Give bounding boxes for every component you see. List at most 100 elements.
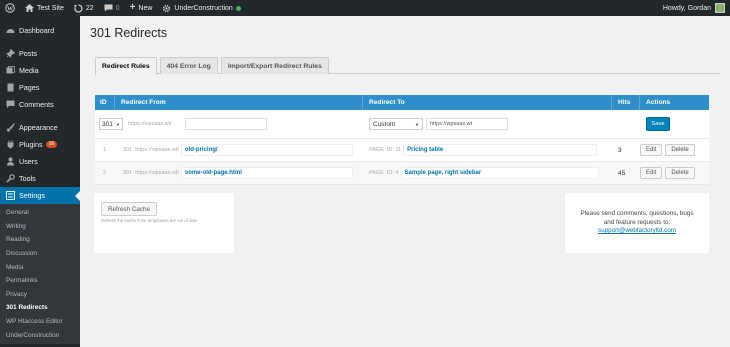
- underconstruction-link[interactable]: UnderConstruction: [157, 0, 245, 16]
- site-name-label: Test Site: [37, 4, 64, 12]
- column-header-actions: Actions: [646, 99, 671, 106]
- rule-status: 301: [123, 170, 133, 176]
- comments-count: 0: [115, 4, 120, 12]
- submenu-general[interactable]: General: [0, 206, 80, 220]
- new-label: New: [138, 4, 153, 12]
- menu-appearance-label: Appearance: [19, 123, 58, 132]
- underconstruction-label: UnderConstruction: [174, 4, 233, 12]
- rule-to-value: Sample page, right sidebar: [404, 170, 482, 176]
- support-text-line2: and feature requests to:: [603, 218, 671, 226]
- edit-button[interactable]: Edit: [640, 144, 663, 156]
- submenu-wp-htaccess-editor[interactable]: WP Htaccess Editor: [0, 315, 80, 329]
- dashboard-icon: [5, 26, 15, 36]
- cache-panel: Refresh Cache Refresh the cache if the d…: [94, 193, 234, 253]
- media-icon: [5, 66, 15, 76]
- redirect-from-input[interactable]: [185, 118, 267, 130]
- tab-404-error-log[interactable]: 404 Error Log: [159, 57, 218, 74]
- rule-to-field[interactable]: Sample page, right sidebar: [400, 167, 599, 179]
- rule-from-field[interactable]: some-old-page.html: [180, 167, 353, 179]
- save-button[interactable]: Save: [646, 117, 670, 131]
- menu-users-label: Users: [19, 157, 38, 166]
- menu-posts[interactable]: Posts: [0, 45, 80, 62]
- submenu-privacy[interactable]: Privacy: [0, 288, 80, 302]
- column-header-to: Redirect To: [363, 95, 612, 110]
- chevron-down-icon: ▼: [116, 121, 120, 127]
- menu-dashboard[interactable]: Dashboard: [0, 22, 80, 39]
- updates-link[interactable]: 22: [69, 0, 99, 16]
- refresh-cache-button[interactable]: Refresh Cache: [101, 202, 157, 216]
- menu-plugins[interactable]: Plugins 16: [0, 136, 80, 153]
- settings-submenu: General Writing Reading Discussion Media…: [0, 204, 80, 344]
- wordpress-logo-icon[interactable]: W: [0, 0, 20, 16]
- wrench-icon: [5, 174, 15, 184]
- rule-to-value: Pricing table: [407, 147, 444, 153]
- plugins-update-badge: 16: [45, 141, 58, 148]
- site-name-link[interactable]: Test Site: [20, 0, 69, 16]
- menu-pages[interactable]: Pages: [0, 79, 80, 96]
- gear-icon: [163, 4, 171, 12]
- rule-from-value: old-pricing/: [184, 147, 218, 153]
- submenu-media[interactable]: Media: [0, 260, 80, 274]
- redirect-type-select[interactable]: Custom ▼: [369, 118, 423, 130]
- menu-users[interactable]: Users: [0, 153, 80, 170]
- menu-comments[interactable]: Comments: [0, 96, 80, 113]
- menu-appearance[interactable]: Appearance: [0, 119, 80, 136]
- rule-from-field[interactable]: old-pricing/: [180, 144, 353, 156]
- admin-bar: W Test Site 22 0 + New UnderConstruction…: [0, 0, 730, 16]
- rule-id: 1: [103, 147, 107, 153]
- status-dot: [235, 5, 241, 11]
- delete-button[interactable]: Delete: [665, 144, 695, 156]
- rule-id: 2: [103, 170, 107, 176]
- support-panel: Please send comments, questions, bugs an…: [565, 193, 709, 253]
- rule-target-id: ID: 11: [386, 147, 402, 153]
- status-code-value: 301: [102, 120, 113, 128]
- edit-button[interactable]: Edit: [640, 167, 663, 179]
- delete-button[interactable]: Delete: [665, 167, 695, 179]
- submenu-permalinks[interactable]: Permalinks: [0, 274, 80, 288]
- my-account-link[interactable]: Howdy, Gordan: [658, 0, 730, 16]
- tab-import-export[interactable]: Import/Export Redirect Rules: [220, 57, 329, 74]
- menu-comments-label: Comments: [19, 100, 54, 109]
- cache-help-text: Refresh the cache if the dropdowns are o…: [101, 218, 198, 223]
- menu-tools[interactable]: Tools: [0, 170, 80, 187]
- rule-from-value: some-old-page.html: [184, 170, 242, 176]
- rule-target-id: ID: 4: [386, 170, 399, 176]
- rule-target-type: PAGE: [369, 147, 384, 153]
- admin-sidebar: Dashboard Posts Media Pages Comments App…: [0, 16, 80, 347]
- new-content-link[interactable]: + New: [125, 0, 158, 16]
- status-code-select[interactable]: 301 ▼: [99, 118, 123, 130]
- redirect-to-value: https://wpsaas.wt: [430, 121, 473, 127]
- menu-media[interactable]: Media: [0, 62, 80, 79]
- rule-to-field[interactable]: Pricing table: [403, 144, 598, 156]
- column-header-hits: Hits: [612, 95, 640, 110]
- submenu-reading[interactable]: Reading: [0, 233, 80, 247]
- updates-count: 22: [85, 4, 94, 12]
- tab-redirect-rules[interactable]: Redirect Rules: [95, 57, 157, 75]
- users-icon: [5, 157, 15, 167]
- redirect-type-value: Custom: [373, 120, 396, 128]
- updates-icon: [73, 3, 83, 13]
- comments-link[interactable]: 0: [99, 0, 125, 16]
- greeting-label: Howdy, Gordan: [662, 4, 711, 12]
- menu-pages-label: Pages: [19, 83, 40, 92]
- submenu-writing[interactable]: Writing: [0, 220, 80, 234]
- menu-settings[interactable]: Settings: [0, 187, 80, 204]
- menu-media-label: Media: [19, 66, 39, 75]
- page-title: 301 Redirects: [90, 26, 168, 40]
- menu-settings-label: Settings: [19, 191, 45, 200]
- support-email-link[interactable]: support@webfactoryltd.com: [565, 227, 709, 236]
- redirect-rules-table: ID Redirect From Redirect To Hits Action…: [95, 95, 709, 185]
- pages-icon: [5, 83, 15, 93]
- redirect-to-input[interactable]: https://wpsaas.wt: [426, 118, 508, 130]
- menu-tools-label: Tools: [19, 174, 36, 183]
- rule-status: 301: [123, 147, 133, 153]
- submenu-underconstruction[interactable]: UnderConstruction: [0, 328, 80, 342]
- column-header-id: ID: [95, 95, 115, 110]
- plus-icon: +: [129, 2, 136, 13]
- comments-icon: [5, 100, 15, 110]
- main-content: 301 Redirects Redirect Rules 404 Error L…: [80, 16, 730, 347]
- submenu-discussion[interactable]: Discussion: [0, 247, 80, 261]
- comment-bubble-icon: [104, 4, 113, 12]
- submenu-301-redirects[interactable]: 301 Redirects: [0, 301, 80, 315]
- column-header-from: Redirect From: [115, 95, 363, 110]
